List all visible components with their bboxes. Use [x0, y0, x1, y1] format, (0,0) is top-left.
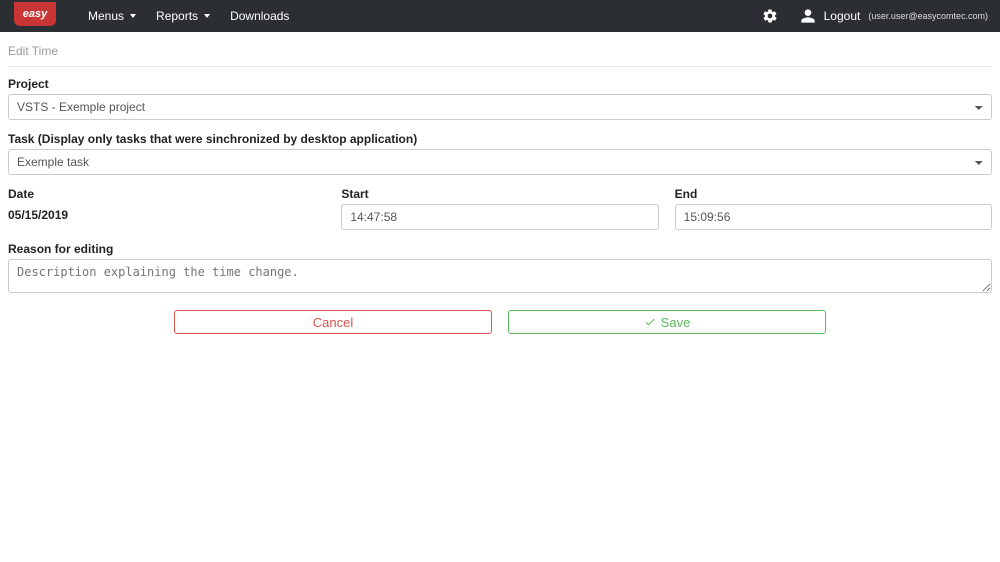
project-label: Project: [8, 77, 992, 91]
date-value: 05/15/2019: [8, 204, 325, 226]
task-group: Task (Display only tasks that were sinch…: [8, 132, 992, 175]
button-row: Cancel Save: [8, 310, 992, 334]
logout-link[interactable]: Logout (user.user@easycomtec.com): [800, 8, 988, 24]
brand-logo[interactable]: easy: [14, 2, 56, 26]
task-label: Task (Display only tasks that were sinch…: [8, 132, 992, 146]
user-icon: [800, 8, 816, 24]
caret-down-icon: [130, 14, 136, 18]
page-title: Edit Time: [8, 40, 992, 67]
nav-right: Logout (user.user@easycomtec.com): [762, 8, 988, 24]
nav-downloads-label: Downloads: [230, 9, 289, 23]
cancel-button[interactable]: Cancel: [174, 310, 492, 334]
check-icon: [644, 316, 656, 328]
start-group: Start: [341, 187, 658, 230]
nav-reports-label: Reports: [156, 9, 198, 23]
logout-email: (user.user@easycomtec.com): [868, 11, 988, 21]
logout-label: Logout: [824, 9, 861, 23]
nav-reports[interactable]: Reports: [148, 5, 218, 27]
reason-label: Reason for editing: [8, 242, 992, 256]
date-time-row: Date 05/15/2019 Start End: [8, 187, 992, 230]
save-button[interactable]: Save: [508, 310, 826, 334]
reason-textarea[interactable]: [8, 259, 992, 293]
start-label: Start: [341, 187, 658, 201]
save-button-label: Save: [661, 315, 691, 330]
gears-icon[interactable]: [762, 8, 778, 24]
nav-menus-label: Menus: [88, 9, 124, 23]
top-navbar: easy Menus Reports Downloads Logout (use…: [0, 0, 1000, 32]
reason-group: Reason for editing: [8, 242, 992, 296]
start-input[interactable]: [341, 204, 658, 230]
nav-menus[interactable]: Menus: [80, 5, 144, 27]
page-body: Edit Time Project VSTS - Exemple project…: [0, 32, 1000, 334]
caret-down-icon: [204, 14, 210, 18]
end-label: End: [675, 187, 992, 201]
task-select[interactable]: Exemple task: [8, 149, 992, 175]
cancel-button-label: Cancel: [313, 315, 353, 330]
end-group: End: [675, 187, 992, 230]
nav-downloads[interactable]: Downloads: [222, 5, 297, 27]
date-group: Date 05/15/2019: [8, 187, 325, 230]
project-select[interactable]: VSTS - Exemple project: [8, 94, 992, 120]
date-label: Date: [8, 187, 325, 201]
end-input[interactable]: [675, 204, 992, 230]
project-group: Project VSTS - Exemple project: [8, 77, 992, 120]
nav-left: Menus Reports Downloads: [80, 5, 297, 27]
